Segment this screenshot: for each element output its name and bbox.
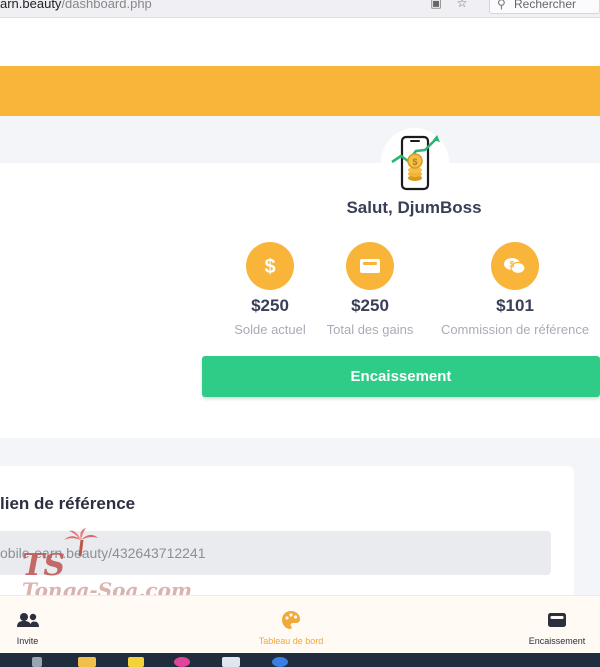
stat-current-balance: $ $250 Solde actuel <box>220 242 320 337</box>
nav-label: Tableau de bord <box>258 636 324 646</box>
palette-icon <box>241 608 341 632</box>
nav-label: Encaissement <box>528 636 586 646</box>
app-icon[interactable] <box>222 657 240 667</box>
greeting-text: Salut, DjumBoss <box>346 198 482 217</box>
chat-bubbles-icon: $ <box>491 242 539 290</box>
url-host: arn.beauty <box>0 0 62 11</box>
top-header <box>0 18 600 66</box>
taskbar-search-icon[interactable] <box>32 657 42 667</box>
referral-title: lien de référence <box>0 494 136 513</box>
wallet-icon <box>520 608 594 632</box>
dollar-icon: $ <box>246 242 294 290</box>
nav-item-dashboard[interactable]: Tableau de bord <box>241 596 341 646</box>
folder-icon[interactable] <box>78 657 96 667</box>
phone-coins-icon: $ <box>391 135 440 191</box>
cashout-button[interactable]: Encaissement <box>202 356 600 397</box>
search-icon: ⚲ <box>497 0 506 11</box>
nav-item-invite[interactable]: Invite <box>0 596 55 646</box>
app-icon[interactable] <box>174 657 190 667</box>
reader-view-icon[interactable]: ▣ <box>429 0 443 10</box>
stat-amount: $101 <box>496 296 534 315</box>
bottom-navigation: Invite Tableau de bord Encaissement <box>0 595 600 653</box>
address-bar[interactable]: arn.beauty/dashboard.php <box>0 0 470 14</box>
stat-label: Total des gains <box>326 322 414 337</box>
nav-item-cashout[interactable]: Encaissement <box>520 596 594 646</box>
stat-label: Commission de référence <box>440 322 590 337</box>
users-icon <box>0 608 55 632</box>
url-path: /dashboard.php <box>61 0 152 11</box>
orange-banner <box>0 66 600 116</box>
star-icon[interactable]: ☆ <box>455 0 469 10</box>
palm-tree-icon <box>64 528 98 557</box>
svg-text:$: $ <box>412 157 417 167</box>
svg-text:$: $ <box>264 256 275 277</box>
os-taskbar <box>0 653 600 667</box>
browser-toolbar: arn.beauty/dashboard.php ▣ ☆ ⚲ Recherche… <box>0 0 600 18</box>
browser-search-input[interactable]: ⚲ Rechercher <box>489 0 600 14</box>
stat-amount: $250 <box>351 296 389 315</box>
stat-referral-commission: $ $101 Commission de référence <box>430 242 600 337</box>
stat-total-earnings: $250 Total des gains <box>320 242 420 337</box>
stat-label: Solde actuel <box>234 322 306 337</box>
browser-app-icon[interactable] <box>272 657 288 667</box>
nav-label: Invite <box>16 636 39 646</box>
app-icon[interactable] <box>128 657 144 667</box>
stat-amount: $250 <box>251 296 289 315</box>
svg-text:$: $ <box>510 260 515 269</box>
search-placeholder: Rechercher <box>514 0 577 11</box>
profile-avatar: $ <box>381 128 449 196</box>
wallet-icon <box>346 242 394 290</box>
